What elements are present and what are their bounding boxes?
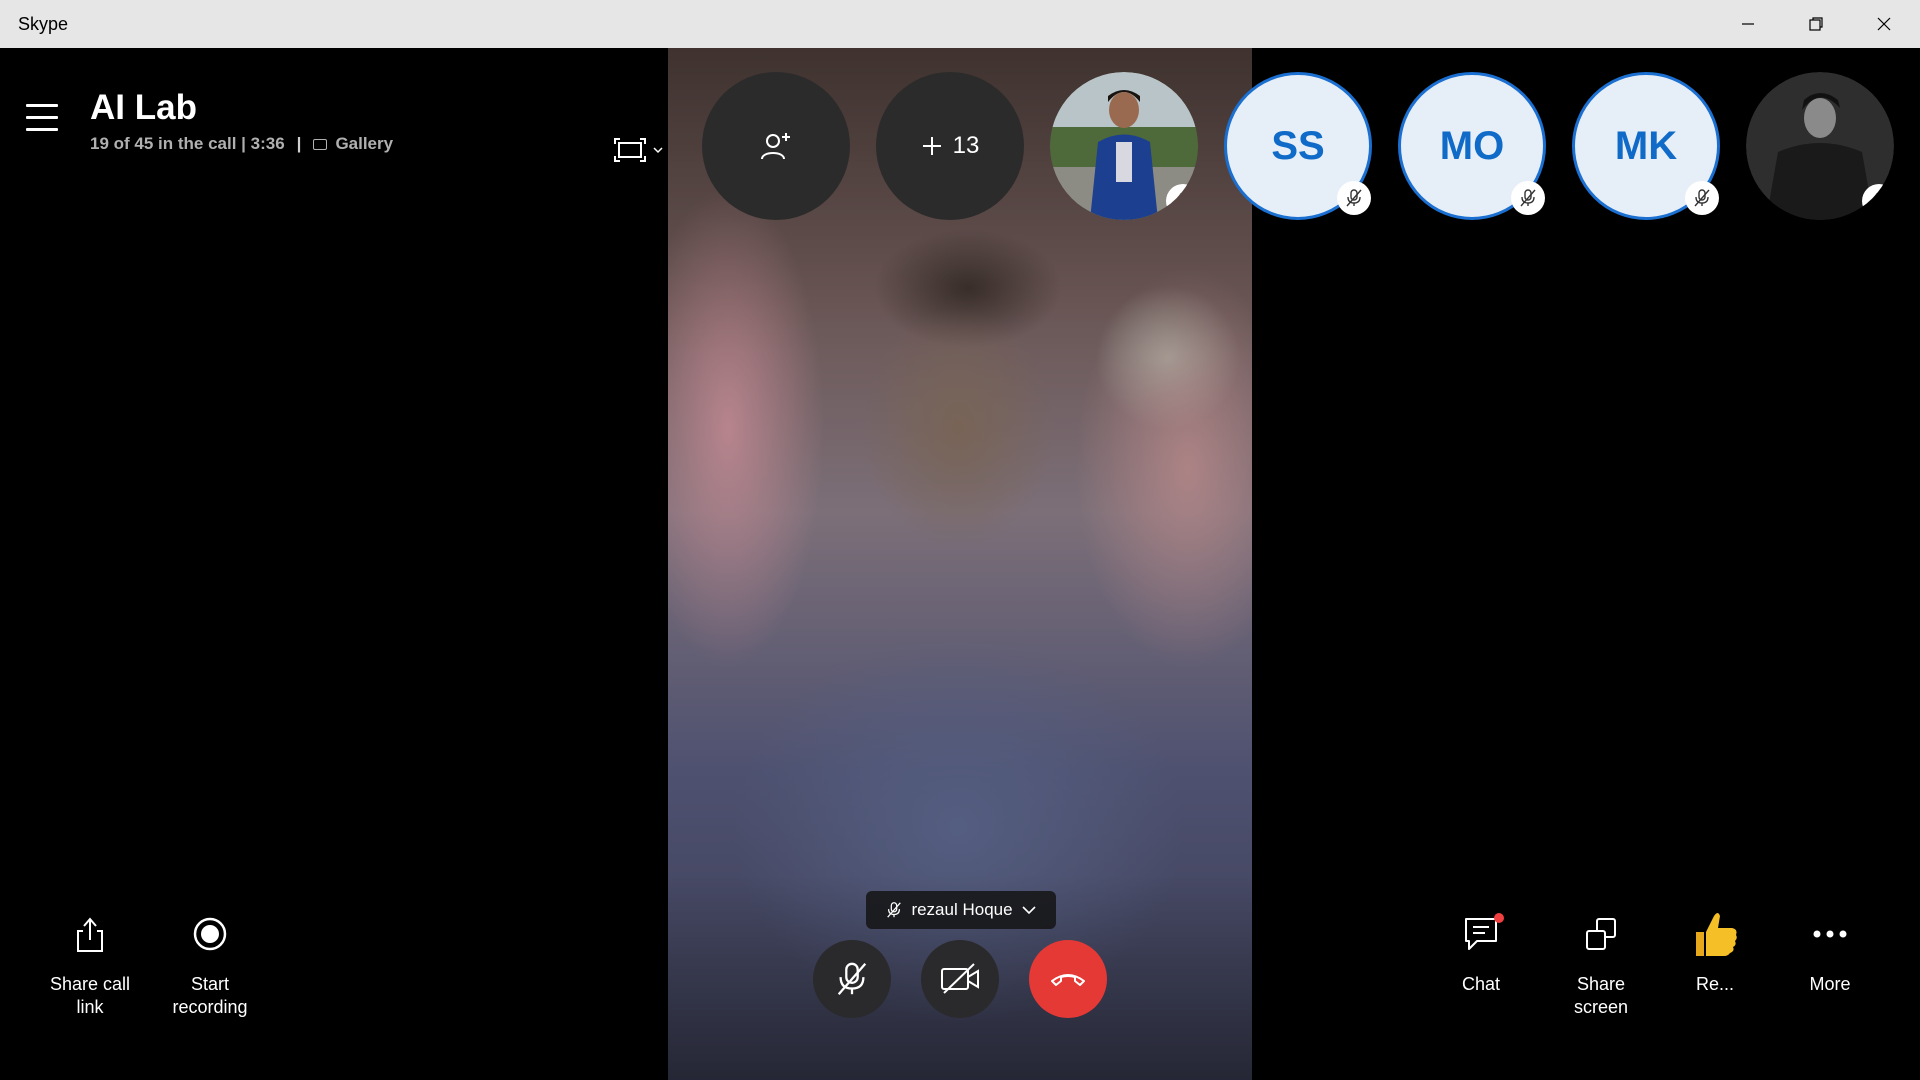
more-button[interactable]: More bbox=[1775, 903, 1885, 996]
mic-off-icon bbox=[1520, 189, 1536, 207]
layout-toggle-button[interactable] bbox=[614, 134, 670, 166]
share-icon bbox=[77, 917, 103, 952]
window-title: Skype bbox=[18, 14, 69, 34]
start-recording-label: Start recording bbox=[172, 974, 248, 1017]
start-recording-button[interactable]: Start recording bbox=[155, 903, 265, 1019]
muted-badge bbox=[1166, 184, 1198, 218]
share-screen-button[interactable]: Share screen bbox=[1546, 903, 1656, 1019]
share-call-link-button[interactable]: Share call link bbox=[35, 903, 145, 1019]
participant-avatar-mo[interactable]: MO bbox=[1398, 72, 1546, 220]
end-call-button[interactable] bbox=[1029, 940, 1107, 1018]
call-subtitle: 19 of 45 in the call | 3:36 | Gallery bbox=[90, 134, 393, 154]
close-icon bbox=[1877, 17, 1891, 31]
chevron-down-icon bbox=[653, 147, 663, 154]
call-title: AI Lab bbox=[90, 88, 197, 127]
chat-button[interactable]: Chat bbox=[1426, 903, 1536, 996]
participant-avatar-photo-2[interactable] bbox=[1746, 72, 1894, 220]
plus-icon bbox=[922, 137, 941, 155]
video-toggle-button[interactable] bbox=[921, 940, 999, 1018]
react-button[interactable]: Re... bbox=[1660, 903, 1770, 996]
separator: | bbox=[296, 134, 302, 153]
title-bar: Skype bbox=[0, 0, 1920, 48]
muted-badge bbox=[1511, 181, 1545, 215]
mic-off-icon bbox=[1175, 192, 1191, 210]
mic-off-icon bbox=[1694, 189, 1710, 207]
mute-button[interactable] bbox=[813, 940, 891, 1018]
add-participant-button[interactable] bbox=[702, 72, 850, 220]
thumbs-up-icon bbox=[1696, 913, 1737, 956]
more-label: More bbox=[1809, 974, 1851, 994]
gallery-view-label[interactable]: Gallery bbox=[335, 134, 393, 154]
chevron-down-icon bbox=[1021, 906, 1036, 915]
mic-off-icon bbox=[1871, 192, 1887, 210]
participant-avatar-ss[interactable]: SS bbox=[1224, 72, 1372, 220]
notification-dot bbox=[1494, 913, 1504, 923]
call-status: 19 of 45 in the call | 3:36 bbox=[90, 134, 285, 153]
mic-off-icon bbox=[837, 962, 867, 995]
add-person-icon bbox=[761, 133, 790, 160]
gallery-icon[interactable] bbox=[313, 138, 328, 150]
minimize-icon bbox=[1742, 23, 1754, 25]
share-call-link-label: Share call link bbox=[49, 974, 131, 1017]
mic-off-icon bbox=[1346, 189, 1362, 207]
more-participants-count: 13 bbox=[952, 132, 980, 159]
participant-avatar-mk[interactable]: MK bbox=[1572, 72, 1720, 220]
chat-icon bbox=[1465, 918, 1497, 950]
react-label: Re... bbox=[1695, 974, 1734, 994]
speaker-name-dropdown[interactable]: rezaul Hoque bbox=[866, 891, 1056, 929]
participant-initials: SS bbox=[1271, 123, 1325, 168]
muted-badge bbox=[1685, 181, 1719, 215]
more-icon bbox=[1813, 930, 1847, 938]
video-off-icon bbox=[941, 963, 979, 994]
muted-badge bbox=[1862, 184, 1894, 218]
minimize-button[interactable] bbox=[1714, 0, 1782, 48]
muted-badge bbox=[1337, 181, 1371, 215]
call-stage: AI Lab 19 of 45 in the call | 3:36 | Gal… bbox=[0, 48, 1920, 1080]
speaker-name: rezaul Hoque bbox=[911, 900, 1013, 919]
share-screen-label: Share screen bbox=[1573, 974, 1629, 1017]
hamburger-icon bbox=[26, 104, 58, 107]
participant-initials: MO bbox=[1439, 123, 1505, 168]
restore-button[interactable] bbox=[1782, 0, 1850, 48]
chat-label: Chat bbox=[1461, 974, 1501, 994]
restore-icon bbox=[1809, 17, 1823, 31]
participant-initials: MK bbox=[1614, 123, 1678, 168]
participant-avatar-photo-1[interactable] bbox=[1050, 72, 1198, 220]
record-icon bbox=[193, 917, 227, 951]
more-participants-button[interactable]: 13 bbox=[876, 72, 1024, 220]
fullscreen-icon bbox=[614, 138, 646, 162]
close-button[interactable] bbox=[1850, 0, 1918, 48]
share-screen-icon bbox=[1586, 918, 1616, 950]
hang-up-icon bbox=[1051, 974, 1085, 986]
menu-button[interactable] bbox=[26, 104, 58, 132]
mic-off-icon bbox=[887, 902, 902, 918]
